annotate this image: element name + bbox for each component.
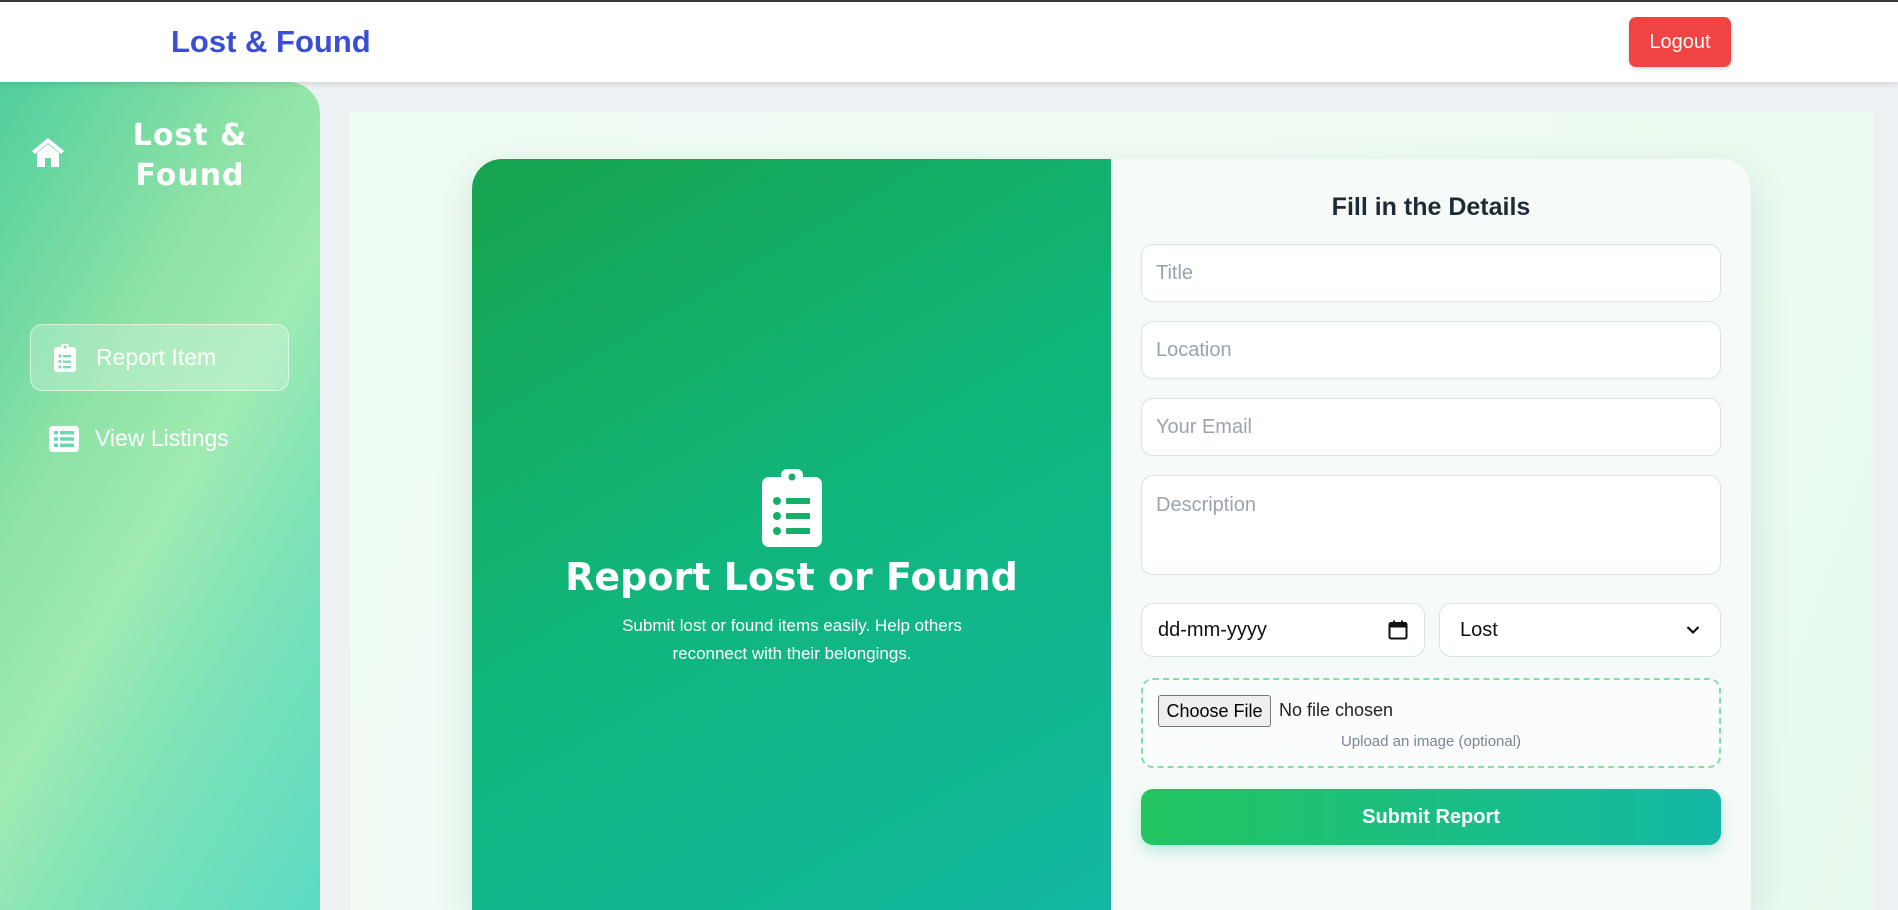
hero-panel: Report Lost or Found Submit lost or foun…: [472, 159, 1111, 910]
choose-file-button[interactable]: Choose File: [1158, 695, 1271, 727]
location-input[interactable]: [1141, 321, 1721, 379]
hero-title: Report Lost or Found: [565, 555, 1018, 599]
item-type-value: Lost: [1460, 618, 1498, 641]
calendar-icon[interactable]: [1388, 620, 1408, 640]
list-icon: [49, 424, 79, 454]
hero-subtitle: Submit lost or found items easily. Help …: [622, 616, 962, 663]
sidebar: Lost & Found Report Item View Listings: [0, 82, 320, 910]
file-status-text: No file chosen: [1279, 700, 1394, 720]
item-type-select[interactable]: Lost: [1439, 603, 1721, 657]
sidebar-brand[interactable]: Lost & Found: [28, 116, 288, 196]
sidebar-item-label: View Listings: [95, 425, 229, 451]
chevron-down-icon: [1686, 626, 1700, 635]
sidebar-brand-text: Lost & Found: [132, 118, 248, 193]
home-icon: [32, 138, 64, 167]
email-input[interactable]: [1141, 398, 1721, 456]
sidebar-item-report-item[interactable]: Report Item: [30, 324, 289, 391]
date-input[interactable]: dd-mm-yyyy: [1141, 603, 1425, 657]
top-navbar: Lost & Found Logout: [0, 2, 1898, 82]
report-card: Report Lost or Found Submit lost or foun…: [472, 159, 1751, 910]
clipboard-list-icon: [762, 469, 822, 547]
submit-report-button[interactable]: Submit Report: [1141, 789, 1721, 845]
logout-button[interactable]: Logout: [1629, 17, 1731, 67]
title-input[interactable]: [1141, 244, 1721, 302]
sidebar-item-view-listings[interactable]: View Listings: [30, 405, 289, 472]
navbar-brand[interactable]: Lost & Found: [171, 24, 371, 60]
clipboard-list-icon: [50, 343, 80, 373]
description-textarea[interactable]: [1141, 475, 1721, 575]
date-placeholder: dd-mm-yyyy: [1158, 618, 1267, 641]
upload-hint: Upload an image (optional): [1340, 733, 1522, 750]
sidebar-item-label: Report Item: [96, 344, 217, 370]
image-upload-dropzone[interactable]: Choose File No file chosen Upload an ima…: [1141, 678, 1721, 768]
form-title: Fill in the Details: [1331, 193, 1531, 221]
report-form: Fill in the Details dd-mm-yyyy Lost Choo…: [1141, 159, 1721, 910]
